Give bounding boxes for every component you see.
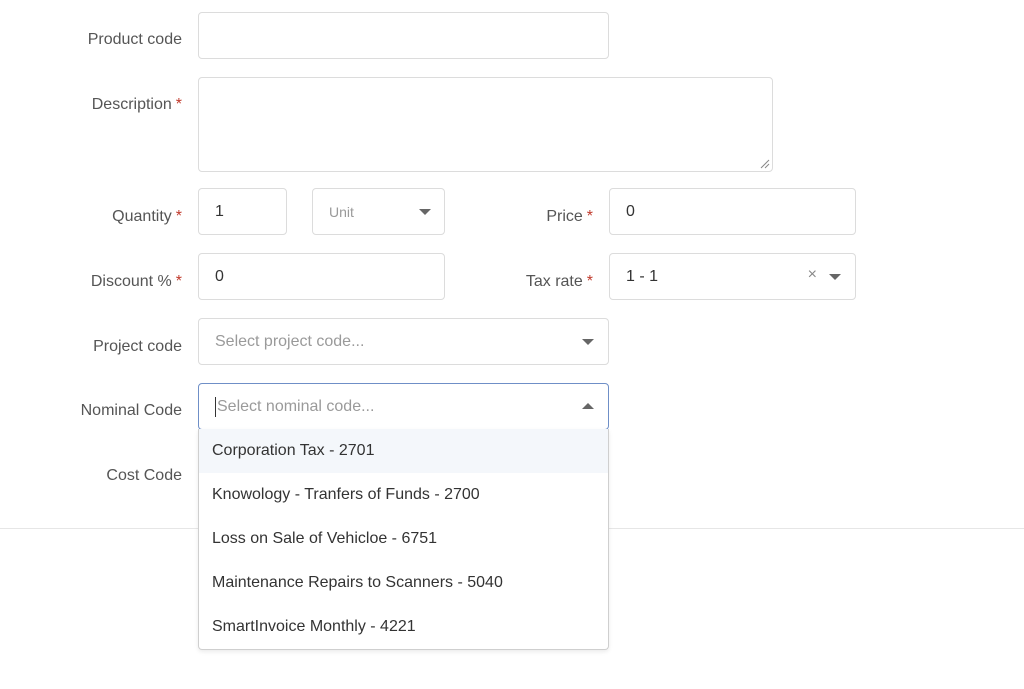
- resize-handle-icon[interactable]: [760, 159, 770, 169]
- dropdown-option[interactable]: Knowology - Tranfers of Funds - 2700: [199, 473, 608, 517]
- dropdown-option[interactable]: Loss on Sale of Vehicloe - 6751: [199, 517, 608, 561]
- chevron-down-icon[interactable]: [419, 209, 431, 215]
- unit-select[interactable]: Unit: [312, 188, 445, 235]
- product-code-input[interactable]: [198, 12, 609, 59]
- unit-placeholder: Unit: [329, 203, 354, 220]
- nominal-code-dropdown: Corporation Tax - 2701 Knowology - Tranf…: [198, 429, 609, 650]
- project-code-label: Project code: [93, 338, 182, 355]
- tax-rate-label: Tax rate *: [525, 273, 593, 290]
- nominal-code-select[interactable]: Select nominal code...: [198, 383, 609, 430]
- dropdown-option[interactable]: SmartInvoice Monthly - 4221: [199, 605, 608, 649]
- quantity-input-box[interactable]: [215, 202, 270, 221]
- chevron-down-icon[interactable]: [582, 339, 594, 345]
- quantity-input[interactable]: [198, 188, 287, 235]
- product-code-label: Product code: [87, 31, 182, 48]
- dropdown-option[interactable]: Corporation Tax - 2701: [199, 429, 608, 473]
- nominal-code-placeholder: Select nominal code...: [217, 397, 375, 415]
- chevron-down-icon[interactable]: [829, 274, 841, 280]
- clear-icon[interactable]: ×: [808, 266, 817, 284]
- required-mark: *: [175, 96, 182, 113]
- project-code-placeholder: Select project code...: [215, 332, 365, 350]
- cost-code-label: Cost Code: [106, 467, 182, 484]
- quantity-label: Quantity *: [112, 208, 182, 225]
- price-label: Price *: [546, 208, 593, 225]
- tax-rate-value: 1 - 1: [626, 267, 659, 285]
- discount-label: Discount % *: [90, 273, 182, 290]
- required-mark: *: [586, 208, 593, 225]
- price-input[interactable]: [609, 188, 856, 235]
- tax-rate-select[interactable]: 1 - 1 ×: [609, 253, 856, 300]
- required-mark: *: [175, 208, 182, 225]
- dropdown-option[interactable]: Maintenance Repairs to Scanners - 5040: [199, 561, 608, 605]
- text-cursor: [215, 396, 216, 417]
- discount-input-box[interactable]: [215, 267, 428, 286]
- project-code-select[interactable]: Select project code...: [198, 318, 609, 365]
- discount-input[interactable]: [198, 253, 445, 300]
- product-code-input-box[interactable]: [215, 26, 592, 45]
- chevron-up-icon[interactable]: [582, 403, 594, 409]
- description-textarea[interactable]: [198, 77, 773, 172]
- description-label: Description *: [91, 96, 182, 113]
- nominal-code-label: Nominal Code: [80, 402, 182, 419]
- line-item-form: Product code Description* Quantity* Unit…: [0, 0, 1024, 689]
- price-input-box[interactable]: [626, 202, 839, 221]
- required-mark: *: [175, 273, 182, 290]
- required-mark: *: [586, 273, 593, 290]
